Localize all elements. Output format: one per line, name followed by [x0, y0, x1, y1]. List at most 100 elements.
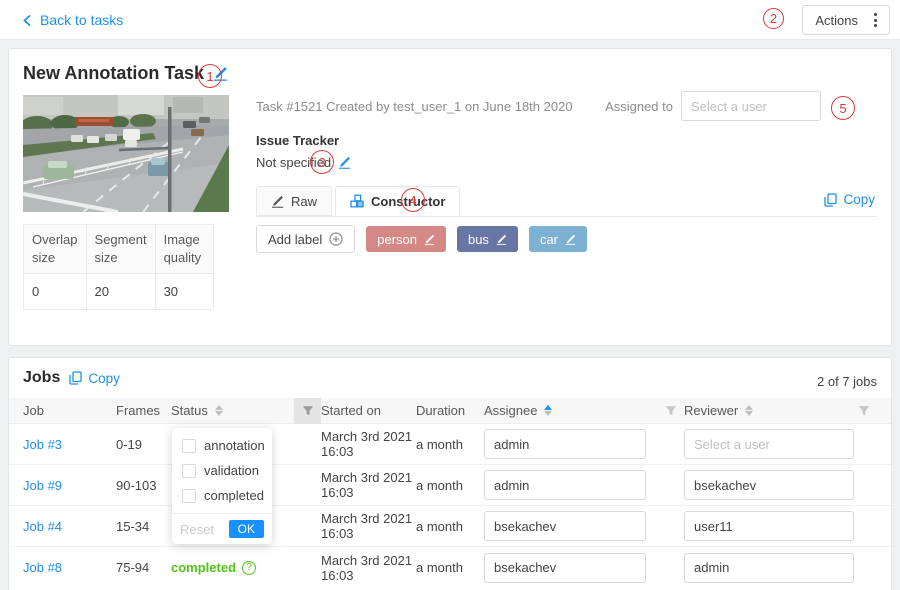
task-preview-image — [23, 95, 229, 212]
job-3-link[interactable]: Job #3 — [23, 437, 62, 452]
job-8-assignee-input[interactable] — [484, 553, 646, 583]
sort-icon[interactable] — [745, 405, 753, 416]
labels-row: Add label person bus car — [256, 225, 587, 253]
col-frames[interactable]: Frames — [116, 403, 171, 418]
labels-copy-label: Copy — [843, 192, 875, 207]
edit-label-icon[interactable] — [496, 234, 507, 245]
filter-option-validation-label: validation — [204, 463, 259, 478]
job-8-link[interactable]: Job #8 — [23, 560, 62, 575]
filter-option-annotation[interactable]: annotation — [172, 433, 272, 458]
jobs-copy-link[interactable]: Copy — [69, 371, 120, 386]
job-9-started: March 3rd 2021 16:03 — [321, 470, 416, 500]
job-8-status-text: completed — [171, 560, 236, 575]
status-filter-dropdown: annotation validation completed Reset OK — [172, 428, 272, 544]
edit-label-icon[interactable] — [424, 234, 435, 245]
issue-tracker-value-row: Not specified — [256, 155, 351, 170]
jobs-count: 2 of 7 jobs — [817, 374, 877, 389]
annotation-circle-2: 2 — [763, 8, 784, 29]
labels-copy-link[interactable]: Copy — [824, 192, 875, 207]
job-3-duration: a month — [416, 437, 484, 452]
job-9-assignee-input[interactable] — [484, 470, 646, 500]
copy-icon — [69, 371, 82, 385]
col-started-on[interactable]: Started on — [321, 403, 416, 418]
job-8-status: completed ? — [171, 560, 256, 575]
param-header-segment: Segment size — [86, 225, 155, 274]
job-8-reviewer-input[interactable] — [684, 553, 854, 583]
tab-raw[interactable]: Raw — [256, 186, 332, 216]
filter-reset-button[interactable]: Reset — [180, 522, 214, 537]
edit-label-icon[interactable] — [565, 234, 576, 245]
annotation-circle-5: 5 — [831, 96, 855, 120]
assigned-to-field: Assigned to — [605, 91, 821, 121]
col-reviewer[interactable]: Reviewer — [684, 398, 891, 424]
sort-icon[interactable] — [215, 405, 223, 416]
issue-tracker-label: Issue Tracker — [256, 133, 339, 148]
filter-ok-button[interactable]: OK — [229, 520, 264, 538]
checkbox-completed[interactable] — [182, 489, 196, 503]
job-9-frames: 90-103 — [116, 478, 171, 493]
col-job[interactable]: Job — [23, 403, 116, 418]
assigned-to-label: Assigned to — [605, 99, 673, 114]
label-chip-bus-name: bus — [468, 232, 489, 247]
filter-option-completed[interactable]: completed — [172, 483, 272, 508]
param-value-segment: 20 — [86, 274, 155, 310]
col-assignee[interactable]: Assignee — [484, 398, 684, 424]
assigned-to-input[interactable] — [681, 91, 821, 121]
actions-button[interactable]: Actions — [802, 5, 890, 35]
more-vertical-icon — [874, 13, 877, 27]
job-4-reviewer-input[interactable] — [684, 511, 854, 541]
jobs-copy-label: Copy — [88, 371, 120, 386]
back-to-tasks-label: Back to tasks — [40, 12, 123, 28]
label-chip-bus[interactable]: bus — [457, 226, 518, 252]
task-details-card: New Annotation Task — [8, 48, 892, 346]
annotation-circle-4: 4 — [401, 188, 425, 212]
task-title: New Annotation Task — [23, 63, 204, 84]
job-4-assignee-input[interactable] — [484, 511, 646, 541]
col-reviewer-label: Reviewer — [684, 403, 738, 418]
job-3-started: March 3rd 2021 16:03 — [321, 429, 416, 459]
back-to-tasks-link[interactable]: Back to tasks — [22, 0, 123, 40]
filter-option-completed-label: completed — [204, 488, 264, 503]
job-3-assignee-input[interactable] — [484, 429, 646, 459]
status-filter-icon[interactable] — [294, 398, 321, 424]
col-duration[interactable]: Duration — [416, 403, 484, 418]
checkbox-validation[interactable] — [182, 464, 196, 478]
job-9-link[interactable]: Job #9 — [23, 478, 62, 493]
param-header-quality: Image quality — [155, 225, 213, 274]
reviewer-filter-icon[interactable] — [850, 398, 877, 424]
checkbox-annotation[interactable] — [182, 439, 196, 453]
annotation-circle-3: 3 — [310, 150, 334, 174]
assignee-filter-icon[interactable] — [657, 398, 684, 424]
job-9-duration: a month — [416, 478, 484, 493]
chevron-left-icon — [22, 14, 33, 27]
jobs-header: Jobs Copy — [23, 369, 120, 387]
filter-option-validation[interactable]: validation — [172, 458, 272, 483]
edit-issue-tracker-icon[interactable] — [338, 156, 351, 169]
job-3-reviewer-input[interactable] — [684, 429, 854, 459]
label-chip-car[interactable]: car — [529, 226, 587, 252]
col-status[interactable]: Status — [171, 398, 321, 424]
job-3-frames: 0-19 — [116, 437, 171, 452]
col-assignee-label: Assignee — [484, 403, 537, 418]
param-value-quality: 30 — [155, 274, 213, 310]
param-value-overlap: 0 — [24, 274, 87, 310]
add-label-button[interactable]: Add label — [256, 225, 355, 253]
job-row-4: Job #8 75-94 completed ? March 3rd 2021 … — [9, 547, 891, 588]
jobs-title: Jobs — [23, 369, 60, 387]
col-status-label: Status — [171, 403, 208, 418]
question-circle-icon[interactable]: ? — [242, 561, 256, 575]
task-meta-text: Task #1521 Created by test_user_1 on Jun… — [256, 99, 573, 114]
task-params-table: Overlap size Segment size Image quality … — [23, 224, 214, 310]
filter-option-annotation-label: annotation — [204, 438, 265, 453]
label-chip-person[interactable]: person — [366, 226, 446, 252]
job-4-link[interactable]: Job #4 — [23, 519, 62, 534]
job-4-started: March 3rd 2021 16:03 — [321, 511, 416, 541]
job-8-duration: a month — [416, 560, 484, 575]
sort-icon-ascending[interactable] — [544, 405, 552, 416]
tab-constructor[interactable]: Constructor — [335, 186, 460, 216]
job-9-reviewer-input[interactable] — [684, 470, 854, 500]
pencil-icon — [271, 195, 284, 208]
job-8-frames: 75-94 — [116, 560, 171, 575]
build-blocks-icon — [350, 194, 364, 208]
job-row-2: Job #9 90-103 March 3rd 2021 16:03 a mon… — [9, 465, 891, 506]
